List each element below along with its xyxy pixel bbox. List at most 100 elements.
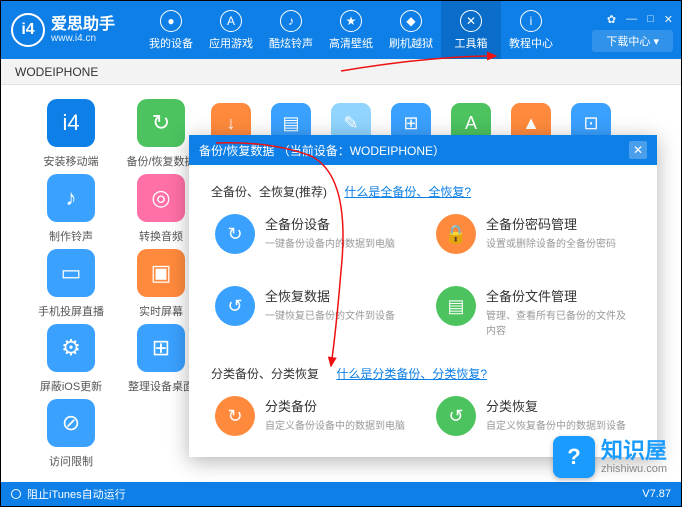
nav-3[interactable]: ★ 高清壁纸 (321, 1, 381, 59)
nav-label: 工具箱 (455, 35, 488, 51)
device-bar: WODEIPHONE (1, 59, 681, 85)
backup-option[interactable]: ↻ 分类备份 自定义备份设备中的数据到电脑 (211, 392, 414, 440)
nav-icon: ● (160, 10, 182, 32)
tile-icon: ◎ (137, 174, 185, 222)
version-label: V7.87 (642, 488, 671, 500)
app-header: i4 爱思助手 www.i4.cn ● 我的设备 A 应用游戏 ♪ 酷炫铃声 ★ 高清壁纸 ◆ 刷… (1, 1, 681, 59)
tile-icon: i4 (47, 99, 95, 147)
nav-label: 酷炫铃声 (269, 35, 313, 51)
tool-tile[interactable]: ▭ 手机投屏直播 (31, 249, 111, 319)
window-controls: ✿ — □ ✕ (607, 13, 673, 26)
tile-icon: ♪ (47, 174, 95, 222)
option-icon: ↺ (436, 396, 476, 436)
nav-icon: ◆ (400, 10, 422, 32)
dialog-title: 备份/恢复数据 (199, 144, 274, 158)
nav-6[interactable]: i 教程中心 (501, 1, 561, 59)
watermark-title: 知识屋 (601, 439, 667, 463)
logo-icon: i4 (11, 13, 45, 47)
nav-icon: ♪ (280, 10, 302, 32)
tool-tile[interactable]: ⊘ 访问限制 (31, 399, 111, 469)
settings-icon[interactable]: ✿ (607, 13, 616, 26)
app-title: 爱思助手 (51, 16, 115, 34)
nav-label: 教程中心 (509, 35, 553, 51)
nav-0[interactable]: ● 我的设备 (141, 1, 201, 59)
backup-option[interactable]: ↻ 全备份设备 一键备份设备内的数据到电脑 (211, 210, 414, 258)
option-title: 全备份设备 (265, 214, 395, 233)
option-icon: ↻ (215, 396, 255, 436)
tool-tile[interactable]: ♪ 制作铃声 (31, 174, 111, 244)
section-category-help-link[interactable]: 什么是分类备份、分类恢复? (336, 367, 487, 381)
section-full-help-link[interactable]: 什么是全备份、全恢复? (344, 185, 471, 199)
tile-label: 制作铃声 (49, 228, 93, 244)
watermark: ? 知识屋 zhishiwu.com (553, 436, 667, 478)
nav-icon: ✕ (460, 10, 482, 32)
nav-1[interactable]: A 应用游戏 (201, 1, 261, 59)
option-title: 全备份文件管理 (486, 286, 631, 305)
option-subtitle: 管理、查看所有已备份的文件及内容 (486, 307, 631, 337)
option-icon: ▤ (436, 286, 476, 326)
option-title: 全备份密码管理 (486, 214, 616, 233)
watermark-icon: ? (553, 436, 595, 478)
tile-icon: ▣ (137, 249, 185, 297)
dialog-device: （当前设备：WODEIPHONE） (278, 144, 445, 158)
section-full-title: 全备份、全恢复(推荐) (211, 185, 327, 199)
tile-label: 屏蔽iOS更新 (40, 378, 102, 394)
tile-label: 实时屏幕 (139, 303, 183, 319)
dialog-close-button[interactable]: ✕ (629, 141, 647, 159)
option-subtitle: 自定义备份设备中的数据到电脑 (265, 417, 405, 432)
option-title: 分类恢复 (486, 396, 626, 415)
tile-icon: ↻ (137, 99, 185, 147)
option-title: 分类备份 (265, 396, 405, 415)
nav-label: 我的设备 (149, 35, 193, 51)
nav-5[interactable]: ✕ 工具箱 (441, 1, 501, 59)
nav-label: 高清壁纸 (329, 35, 373, 51)
tile-icon: ⊘ (47, 399, 95, 447)
tile-label: 安装移动端 (44, 153, 99, 169)
logo: i4 爱思助手 www.i4.cn (1, 13, 141, 47)
section-full-header: 全备份、全恢复(推荐) 什么是全备份、全恢复? (211, 183, 635, 200)
backup-option[interactable]: ↺ 全恢复数据 一键恢复已备份的文件到设备 (211, 282, 414, 341)
tool-tile[interactable]: i4 安装移动端 (31, 99, 111, 169)
option-title: 全恢复数据 (265, 286, 395, 305)
tile-icon: ⚙ (47, 324, 95, 372)
maximize-button[interactable]: □ (647, 13, 654, 26)
option-icon: ↺ (215, 286, 255, 326)
download-center-button[interactable]: 下载中心 ▾ (592, 30, 673, 52)
status-bar: 阻止iTunes自动运行 V7.87 (1, 482, 681, 506)
nav-label: 刷机越狱 (389, 35, 433, 51)
option-icon: 🔒 (436, 214, 476, 254)
backup-restore-dialog: 备份/恢复数据 （当前设备：WODEIPHONE） ✕ 全备份、全恢复(推荐) … (189, 135, 657, 457)
nav-icon: A (220, 10, 242, 32)
backup-option[interactable]: 🔒 全备份密码管理 设置或删除设备的全备份密码 (432, 210, 635, 258)
option-subtitle: 设置或删除设备的全备份密码 (486, 235, 616, 250)
nav-2[interactable]: ♪ 酷炫铃声 (261, 1, 321, 59)
device-name: WODEIPHONE (15, 65, 98, 79)
tool-tile[interactable]: ⚙ 屏蔽iOS更新 (31, 324, 111, 394)
option-subtitle: 一键备份设备内的数据到电脑 (265, 235, 395, 250)
tile-label: 整理设备桌面 (128, 378, 194, 394)
tile-label: 访问限制 (49, 453, 93, 469)
nav-icon: ★ (340, 10, 362, 32)
nav-4[interactable]: ◆ 刷机越狱 (381, 1, 441, 59)
minimize-button[interactable]: — (626, 13, 637, 26)
dialog-header: 备份/恢复数据 （当前设备：WODEIPHONE） ✕ (189, 135, 657, 165)
option-subtitle: 一键恢复已备份的文件到设备 (265, 307, 395, 322)
tile-label: 备份/恢复数据 (126, 153, 195, 169)
tile-label: 手机投屏直播 (38, 303, 104, 319)
app-url: www.i4.cn (51, 33, 115, 44)
option-subtitle: 自定义恢复备份中的数据到设备 (486, 417, 626, 432)
close-button[interactable]: ✕ (664, 13, 673, 26)
backup-option[interactable]: ↺ 分类恢复 自定义恢复备份中的数据到设备 (432, 392, 635, 440)
tile-icon: ▭ (47, 249, 95, 297)
nav-icon: i (520, 10, 542, 32)
tile-label: 转换音频 (139, 228, 183, 244)
top-nav: ● 我的设备 A 应用游戏 ♪ 酷炫铃声 ★ 高清壁纸 ◆ 刷机越狱 ✕ 工具箱 i 教程中心 (141, 1, 592, 59)
status-text: 阻止iTunes自动运行 (27, 486, 126, 502)
option-icon: ↻ (215, 214, 255, 254)
nav-label: 应用游戏 (209, 35, 253, 51)
tile-icon: ⊞ (137, 324, 185, 372)
watermark-url: zhishiwu.com (601, 463, 667, 475)
itunes-block-toggle[interactable] (11, 489, 21, 499)
section-category-header: 分类备份、分类恢复 什么是分类备份、分类恢复? (211, 365, 635, 382)
backup-option[interactable]: ▤ 全备份文件管理 管理、查看所有已备份的文件及内容 (432, 282, 635, 341)
